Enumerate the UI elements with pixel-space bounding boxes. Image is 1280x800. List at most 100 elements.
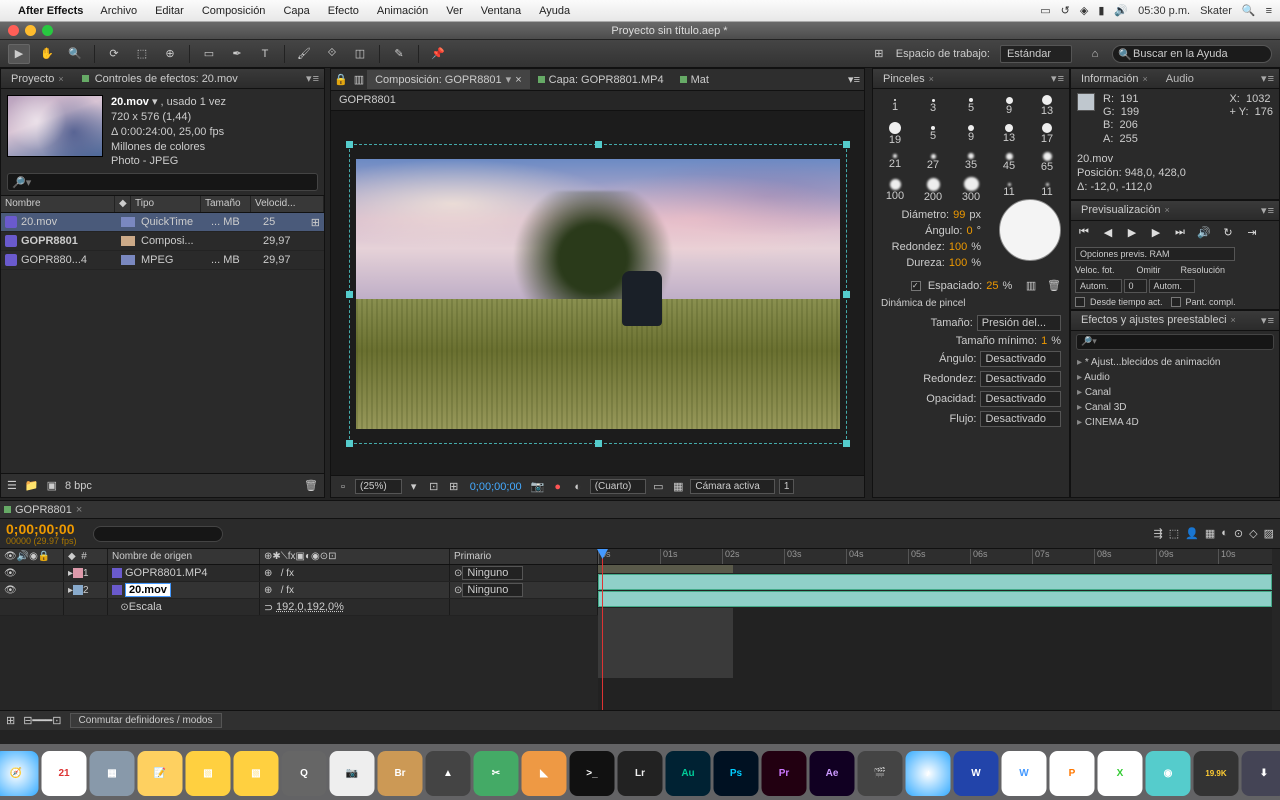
comp-canvas[interactable] — [349, 144, 847, 444]
playhead[interactable] — [602, 549, 603, 710]
home-icon[interactable]: ⌂ — [1084, 44, 1106, 64]
interpret-icon[interactable]: ☰ — [7, 479, 17, 492]
presets-search[interactable]: 🔎▾ — [1076, 334, 1274, 350]
audio-button[interactable]: 🔊 — [1195, 225, 1213, 241]
draft-3d-icon[interactable]: ⬚ — [1169, 527, 1179, 540]
x-icon[interactable]: X — [1098, 751, 1143, 796]
graph-editor-icon[interactable]: ▨ — [1264, 527, 1274, 540]
brushes-tab[interactable]: Pinceles× — [877, 71, 940, 87]
notes-icon[interactable]: 📝 — [138, 751, 183, 796]
brush-trash-icon[interactable]: 🗑 — [1047, 279, 1061, 292]
preview-tab[interactable]: Previsualización× — [1075, 202, 1176, 218]
brush-preset[interactable]: 200 — [915, 177, 951, 203]
app-name[interactable]: After Effects — [18, 5, 83, 17]
bridge-icon[interactable]: Br — [378, 751, 423, 796]
zoom-slider[interactable]: ⊟━━━⊡ — [23, 714, 61, 727]
sync-icon[interactable]: ↺ — [1061, 4, 1070, 17]
clock[interactable]: 05:30 p.m. — [1138, 5, 1190, 17]
camera-tool[interactable]: ⬚ — [131, 44, 153, 64]
preset-folder[interactable]: Audio — [1071, 370, 1279, 385]
first-frame-button[interactable]: ⏮ — [1075, 225, 1093, 241]
prev-frame-button[interactable]: ◀ — [1099, 225, 1117, 241]
fullscreen-checkbox[interactable] — [1171, 297, 1181, 307]
parent-header[interactable]: Primario — [450, 549, 598, 564]
timeline-search[interactable] — [93, 526, 223, 542]
brush-preset[interactable]: 300 — [953, 177, 989, 203]
menu-efecto[interactable]: Efecto — [321, 5, 366, 17]
brush-preset[interactable]: 21 — [877, 149, 913, 175]
workspace-dropdown[interactable]: Estándar — [1000, 45, 1072, 63]
res-icon[interactable]: ▾ — [406, 480, 422, 494]
preset-folder[interactable]: Canal 3D — [1071, 400, 1279, 415]
mission-control-icon[interactable]: ▦ — [90, 751, 135, 796]
comp-mini-flowchart-icon[interactable]: ⇶ — [1154, 527, 1163, 540]
photoshop-icon[interactable]: Ps — [714, 751, 759, 796]
timeline-tab[interactable]: GOPR8801 — [15, 504, 72, 516]
project-item[interactable]: GOPR880...4MPEG... MB29,97 — [1, 251, 324, 270]
col-rate[interactable]: Velocid... — [251, 196, 324, 212]
new-comp-icon[interactable]: ▣ — [47, 479, 57, 492]
activity-icon[interactable]: 19.9K — [1194, 751, 1239, 796]
timeline-tracks[interactable]: 0s01s02s03s04s05s06s07s08s09s10s — [598, 549, 1272, 710]
ram-options-dropdown[interactable]: Opciones previs. RAM — [1075, 247, 1235, 261]
panel-menu-icon[interactable]: ▾≡ — [1261, 72, 1275, 85]
spacing-checkbox[interactable] — [911, 281, 921, 291]
menu-ver[interactable]: Ver — [439, 5, 470, 17]
pen-tool[interactable]: ✒ — [226, 44, 248, 64]
col-label[interactable]: ◆ — [115, 196, 131, 212]
brush-dynamic-dropdown[interactable]: Desactivado — [980, 371, 1061, 387]
brush-dynamic-dropdown[interactable]: Desactivado — [980, 391, 1061, 407]
stickies2-icon[interactable]: ▧ — [234, 751, 279, 796]
panel-menu-icon[interactable]: ▾≡ — [1261, 314, 1275, 327]
brush-preset[interactable]: 13 — [991, 121, 1027, 147]
frame-blend-icon[interactable]: ▦ — [1205, 527, 1215, 540]
mag-icon[interactable]: ▫ — [335, 480, 351, 494]
text-tool[interactable]: T — [254, 44, 276, 64]
brush-preset[interactable]: 27 — [915, 149, 951, 175]
clone-tool[interactable]: ⟐ — [321, 44, 343, 64]
brush-preset[interactable]: 5 — [915, 121, 951, 147]
brush-preset[interactable]: 9 — [953, 121, 989, 147]
comp-breadcrumb[interactable]: GOPR8801 — [331, 91, 864, 111]
panel-menu-icon[interactable]: ▾≡ — [1051, 72, 1065, 85]
aftereffects-icon[interactable]: Ae — [810, 751, 855, 796]
stickies-icon[interactable]: ▧ — [186, 751, 231, 796]
lightroom-icon[interactable]: Lr — [618, 751, 663, 796]
brush-dynamic-dropdown[interactable]: Desactivado — [980, 351, 1061, 367]
zoom-tool[interactable]: 🔍 — [64, 44, 86, 64]
brush-preset[interactable]: 13 — [1029, 93, 1065, 119]
comp-timecode[interactable]: 0;00;00;00 — [470, 481, 522, 493]
hand-tool[interactable]: ✋ — [36, 44, 58, 64]
rotate-tool[interactable]: ⟳ — [103, 44, 125, 64]
project-search[interactable]: 🔎▾ — [7, 173, 318, 191]
adobe-icon[interactable]: ▲ — [426, 751, 471, 796]
selection-tool[interactable]: ▶ — [8, 44, 30, 64]
project-item[interactable]: GOPR8801Composi...29,97 — [1, 232, 324, 251]
layer-bar-1[interactable] — [598, 574, 1272, 590]
menu-archivo[interactable]: Archivo — [93, 5, 144, 17]
audition-icon[interactable]: Au — [666, 751, 711, 796]
brush-preset[interactable]: 1 — [877, 93, 913, 119]
toggle-switches-button[interactable]: Conmutar definidores / modos — [70, 713, 222, 728]
zoom-dropdown[interactable]: (25%) — [355, 479, 402, 494]
mat-tab[interactable]: Mat — [672, 71, 717, 89]
brush-preset[interactable]: 45 — [991, 149, 1027, 175]
project-item[interactable]: 20.movQuickTime... MB25⊞ — [1, 213, 324, 232]
snapshot-icon[interactable]: 📷 — [530, 480, 546, 494]
last-frame-button[interactable]: ⏭ — [1171, 225, 1189, 241]
views-dropdown[interactable]: 1 — [779, 479, 795, 494]
skip-dropdown[interactable]: 0 — [1124, 279, 1147, 293]
brush-preset[interactable]: 5 — [953, 93, 989, 119]
from-current-checkbox[interactable] — [1075, 297, 1085, 307]
quality-dropdown[interactable]: (Cuarto) — [590, 479, 647, 494]
close-button[interactable] — [8, 25, 19, 36]
puppet-tool[interactable]: 📌 — [427, 44, 449, 64]
col-type[interactable]: Tipo — [131, 196, 201, 212]
timeline-layer-row[interactable]: 👁 ▸ 220.mov⊕ / fx⊙ Ninguno — [0, 582, 598, 599]
timeline-ruler[interactable]: 0s01s02s03s04s05s06s07s08s09s10s — [598, 549, 1272, 565]
downloads-icon[interactable]: ⬇ — [1242, 751, 1280, 796]
eraser-tool[interactable]: ◫ — [349, 44, 371, 64]
brush-options-icon[interactable]: ▥ — [1026, 279, 1036, 292]
source-name-header[interactable]: Nombre de origen — [108, 549, 260, 564]
premiere-icon[interactable]: Pr — [762, 751, 807, 796]
